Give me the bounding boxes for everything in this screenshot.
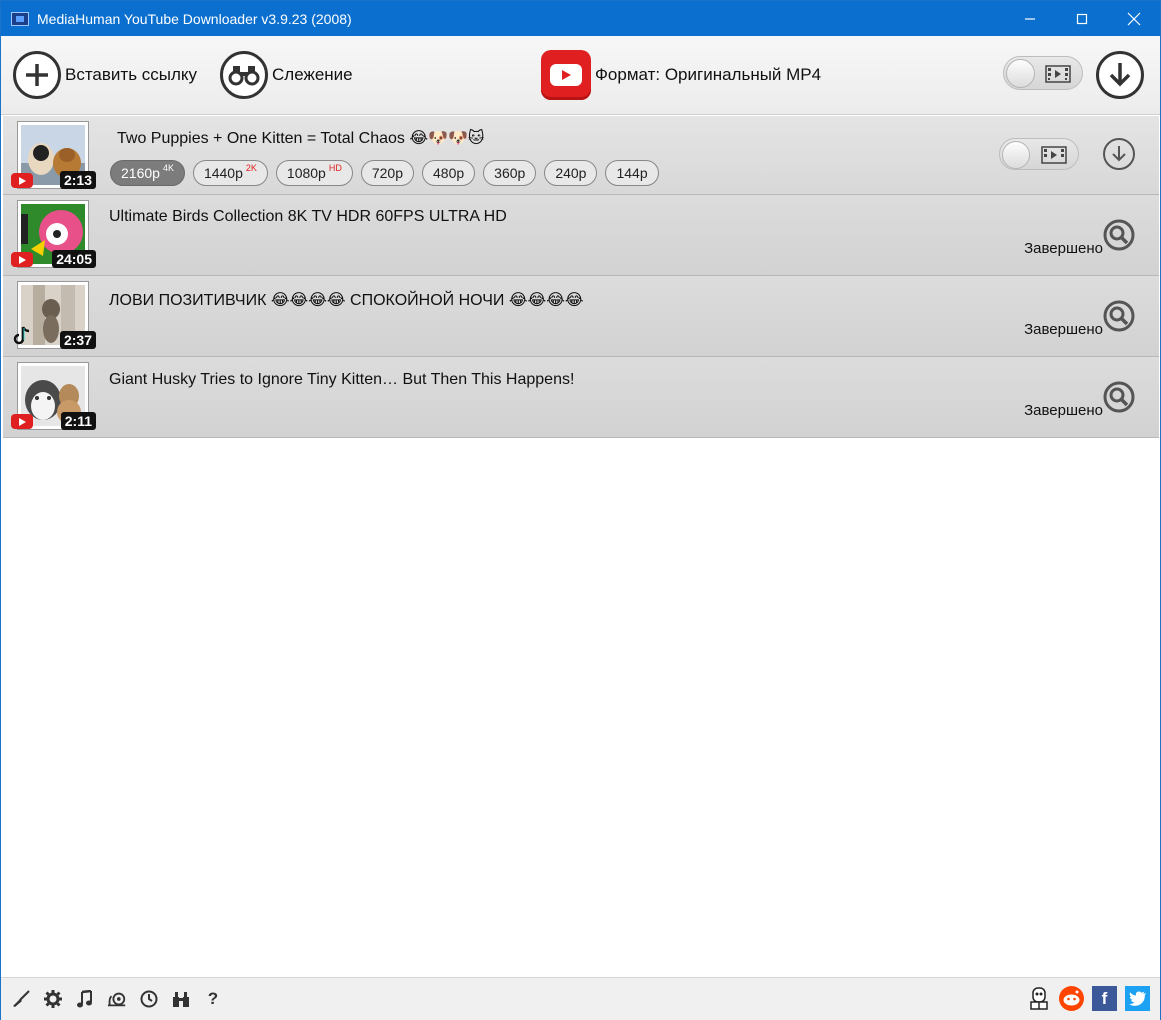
- window-title: MediaHuman YouTube Downloader v3.9.23 (2…: [37, 10, 352, 27]
- toggle-switch: [999, 138, 1079, 170]
- list-item[interactable]: 2:13 Two Puppies + One Kitten = Total Ch…: [3, 116, 1159, 195]
- clock-schedule-icon[interactable]: [139, 989, 159, 1009]
- quality-label: 144p: [616, 165, 648, 181]
- format-label: Формат: Оригинальный MP4: [595, 65, 822, 84]
- convert-toggle[interactable]: [1003, 56, 1083, 90]
- video-thumbnail: 24:05: [11, 200, 96, 268]
- paste-link-label: Вставить ссылку: [65, 65, 198, 84]
- quality-selector: 2160p 4K 1440p 2K 1080p HD 720p 480p 360p 2…: [110, 160, 659, 186]
- status-bar: ? f: [1, 977, 1160, 1020]
- paste-link-button[interactable]: Вставить ссылку: [13, 51, 197, 99]
- tracking-button[interactable]: Слежение: [220, 51, 353, 99]
- row-convert-toggle[interactable]: [999, 138, 1079, 170]
- magnifier-icon: [1103, 219, 1135, 251]
- format-button[interactable]: Формат: Оригинальный MP4: [541, 50, 821, 100]
- video-duration: 24:05: [52, 250, 96, 268]
- binoculars-icon[interactable]: [171, 989, 191, 1009]
- music-note-icon[interactable]: [75, 989, 95, 1009]
- toggle-switch: [1003, 56, 1083, 90]
- tiktok-source-icon: [13, 325, 31, 350]
- video-thumbnail: 2:11: [11, 362, 96, 430]
- toggle-knob: [1002, 141, 1030, 169]
- row-download-button[interactable]: [1103, 138, 1135, 170]
- quality-1440p[interactable]: 1440p 2K: [192, 160, 268, 186]
- minimize-button[interactable]: [1004, 1, 1056, 36]
- toggle-knob: [1006, 59, 1035, 88]
- download-status: Завершено: [1024, 402, 1103, 419]
- close-icon: [1127, 12, 1141, 25]
- status-bar-tools: ?: [11, 989, 223, 1009]
- list-item[interactable]: 2:37 ЛОВИ ПОЗИТИВЧИК 😂😂😂😂 СПОКОЙНОЙ НОЧИ…: [3, 276, 1159, 357]
- download-arrow-icon: [1112, 146, 1126, 162]
- magnifier-icon: [1103, 300, 1135, 332]
- close-button[interactable]: [1108, 1, 1160, 36]
- download-status: Завершено: [1024, 321, 1103, 338]
- app-window: MediaHuman YouTube Downloader v3.9.23 (2…: [0, 0, 1161, 1020]
- video-duration: 2:13: [59, 171, 96, 189]
- quality-1080p[interactable]: 1080p HD: [275, 160, 353, 186]
- download-arrow-icon: [1096, 51, 1144, 99]
- video-title: Ultimate Birds Collection 8K TV HDR 60FP…: [109, 208, 507, 225]
- quality-144p[interactable]: 144p: [605, 160, 659, 186]
- quality-label: 360p: [494, 165, 526, 181]
- clear-broom-icon[interactable]: [11, 989, 31, 1009]
- quality-label: 2160p: [121, 165, 160, 181]
- maximize-icon: [1076, 13, 1088, 24]
- twitter-icon[interactable]: [1125, 986, 1150, 1011]
- youtube-source-icon: [11, 252, 33, 267]
- toolbar: Вставить ссылку Слежение Формат: Оригина…: [1, 36, 1160, 115]
- download-all-button[interactable]: [1096, 51, 1144, 99]
- quality-label: 240p: [555, 165, 587, 181]
- list-item[interactable]: 2:11 Giant Husky Tries to Ignore Tiny Ki…: [3, 357, 1159, 438]
- video-title: Giant Husky Tries to Ignore Tiny Kitten……: [109, 371, 575, 388]
- video-duration: 2:37: [59, 331, 96, 349]
- quality-label: 480p: [433, 165, 465, 181]
- help-question-icon[interactable]: ?: [203, 989, 223, 1009]
- video-thumbnail: 2:37: [13, 281, 96, 349]
- video-title: Two Puppies + One Kitten = Total Chaos 😂…: [117, 130, 485, 147]
- show-in-folder-button[interactable]: [1103, 219, 1135, 256]
- title-bar: MediaHuman YouTube Downloader v3.9.23 (2…: [1, 1, 1160, 36]
- reddit-icon[interactable]: [1059, 986, 1084, 1011]
- film-icon: [1045, 65, 1071, 83]
- quality-label: 720p: [371, 165, 403, 181]
- quality-360p[interactable]: 360p: [483, 160, 537, 186]
- quality-720p[interactable]: 720p: [360, 160, 414, 186]
- mastodon-mascot-icon[interactable]: [1026, 986, 1051, 1011]
- show-in-folder-button[interactable]: [1103, 300, 1135, 337]
- snail-speed-icon[interactable]: [107, 989, 127, 1009]
- binoculars-icon: [220, 51, 268, 99]
- social-links: f: [1026, 986, 1150, 1011]
- quality-480p[interactable]: 480p: [422, 160, 476, 186]
- list-item[interactable]: 24:05 Ultimate Birds Collection 8K TV HD…: [3, 195, 1159, 276]
- quality-badge: 2K: [245, 163, 257, 173]
- maximize-button[interactable]: [1056, 1, 1108, 36]
- quality-label: 1440p: [203, 165, 243, 181]
- film-icon: [1041, 146, 1067, 164]
- app-icon: [11, 11, 29, 26]
- quality-badge: 4K: [162, 163, 174, 173]
- video-duration: 2:11: [60, 412, 96, 430]
- magnifier-icon: [1103, 381, 1135, 413]
- minimize-icon: [1025, 17, 1035, 20]
- settings-gear-icon[interactable]: [43, 989, 63, 1009]
- download-status: Завершено: [1024, 240, 1103, 257]
- show-in-folder-button[interactable]: [1103, 381, 1135, 418]
- quality-2160p[interactable]: 2160p 4K: [110, 160, 185, 186]
- youtube-source-icon: [11, 414, 33, 429]
- quality-badge: HD: [328, 163, 342, 173]
- window-controls: [1004, 1, 1160, 36]
- tracking-label: Слежение: [272, 65, 353, 84]
- video-thumbnail: 2:13: [11, 121, 96, 189]
- download-list: 2:13 Two Puppies + One Kitten = Total Ch…: [3, 116, 1159, 438]
- youtube-source-icon: [11, 173, 33, 188]
- quality-240p[interactable]: 240p: [544, 160, 598, 186]
- video-title: ЛОВИ ПОЗИТИВЧИК 😂😂😂😂 СПОКОЙНОЙ НОЧИ 😂😂😂😂: [109, 292, 584, 309]
- youtube-logo-icon: [541, 50, 591, 100]
- quality-label: 1080p: [286, 165, 326, 181]
- facebook-icon[interactable]: f: [1092, 986, 1117, 1011]
- plus-icon: [13, 51, 61, 99]
